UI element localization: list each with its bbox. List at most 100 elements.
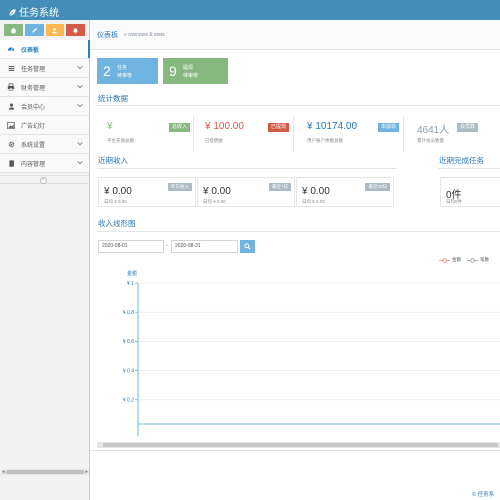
card-caption: 日均 ¥ 0.00	[203, 199, 226, 204]
stat-not-withdrawn: ¥ 10174.00 未提现 用户账户余额总额	[304, 116, 404, 152]
income-line-chart: 金额 ¥ 1 ¥ 0.8 ¥ 0.6 ¥ 0.4 ¥ 0.2	[123, 270, 500, 436]
stat-value: ¥	[107, 121, 113, 132]
stat-caption: 已提佣金	[205, 138, 223, 143]
stat-tag: 已提现	[267, 123, 289, 132]
scrollbar-thumb[interactable]	[6, 470, 84, 474]
double-chevron-left-icon[interactable]: «	[40, 177, 47, 184]
infobox-number: 9	[169, 63, 177, 79]
picture-icon	[6, 121, 16, 129]
stats-title: 统计数据	[98, 94, 128, 103]
legend-marker	[439, 257, 450, 263]
trend-title: 收入线形图	[98, 219, 136, 228]
sidebar-item-label: 内容管理	[21, 161, 46, 168]
sidebar-item-label: 财务管理	[21, 85, 46, 92]
recent-income-title: 近期收入	[98, 156, 128, 165]
chart-y-axis-label: 金额	[127, 270, 137, 277]
income-card-7days: ¥ 0.00 最近7日 日均 ¥ 0.00	[197, 177, 295, 207]
shortcut-bell[interactable]	[66, 24, 85, 36]
sidebar-collapse: «	[0, 175, 89, 184]
scroll-right-icon[interactable]: ▸	[85, 469, 88, 475]
stat-withdrawn: ¥ 100.00 已提现 已提佣金	[202, 116, 294, 152]
home-icon	[10, 27, 17, 33]
horizontal-scrollbar[interactable]	[97, 442, 500, 448]
sidebar: 仪表板 任务管理 财务管理 会员中心 广告幻灯 系统设置 内容管理 « ◂ ▸	[0, 20, 90, 500]
page-title: 仪表板	[97, 31, 118, 39]
sidebar-item-member-center[interactable]: 会员中心	[0, 97, 89, 116]
chart-legend-count[interactable]: 笔数	[467, 257, 489, 263]
card-caption: 日均 ¥ 0.00	[104, 199, 127, 204]
chevron-down-icon	[77, 103, 83, 110]
date-separator: -	[166, 243, 168, 249]
chart-legend-amount[interactable]: 金额	[439, 257, 461, 263]
infobox-withdrawals[interactable]: 9 提现 待审核	[163, 58, 228, 84]
sidebar-item-system-settings[interactable]: 系统设置	[0, 135, 89, 154]
chart-y-tick-label: ¥ 0.8	[123, 310, 134, 316]
stat-caption: 用户账户余额总额	[307, 138, 343, 143]
sidebar-shortcuts	[0, 20, 89, 40]
infobox-tasks[interactable]: 2 任务 待审核	[97, 58, 158, 84]
chevron-down-icon	[77, 160, 83, 167]
gear-icon	[6, 141, 16, 148]
main-content: 仪表板 » overview & stats 2 任务 待审核 9 提现 待审核 统…	[90, 20, 500, 500]
legend-label: 笔数	[480, 257, 489, 262]
shortcut-users[interactable]	[45, 24, 65, 36]
pencil-icon	[32, 27, 37, 33]
divider	[97, 168, 397, 169]
card-value: ¥ 0.00	[203, 186, 231, 197]
page-subtitle: » overview & stats	[124, 31, 165, 38]
users-icon	[52, 27, 58, 33]
card-caption: 日均 ¥ 0.00	[302, 199, 325, 204]
scroll-left-icon[interactable]: ◂	[2, 469, 5, 475]
sidebar-item-label: 任务管理	[21, 66, 46, 73]
leaf-icon	[8, 8, 17, 17]
tasks-card: 0件 日均0件	[440, 177, 500, 207]
stat-total-income: ¥ 总收入 平台充值总额	[104, 116, 194, 152]
divider	[438, 168, 500, 169]
app-title: 任务系统	[19, 8, 59, 19]
sidebar-item-ad-slides[interactable]: 广告幻灯	[0, 116, 89, 135]
stat-tag: 未提现	[377, 123, 399, 132]
search-icon	[244, 243, 251, 250]
stat-caption: 平台充值总额	[107, 138, 134, 143]
sidebar-scrollbar[interactable]: ◂ ▸	[1, 469, 89, 475]
stat-caption: 累计会员数量	[417, 138, 444, 143]
infobox-text: 提现 待审核	[183, 65, 199, 79]
sidebar-item-label: 仪表板	[21, 47, 40, 54]
footer-copyright: © 任务系	[472, 492, 495, 498]
book-icon	[6, 159, 16, 167]
divider	[97, 231, 500, 232]
shortcut-pencil[interactable]	[24, 24, 44, 36]
card-caption: 日均0件	[446, 199, 463, 204]
sidebar-item-label: 会员中心	[21, 104, 46, 111]
list-icon	[6, 65, 16, 72]
sidebar-item-content-management[interactable]: 内容管理	[0, 154, 89, 173]
infobox-text: 任务 待审核	[117, 65, 133, 79]
footer: © 任务系	[90, 450, 500, 500]
date-to-input[interactable]: 2020-08-31	[171, 240, 238, 253]
user-icon	[6, 103, 16, 110]
scrollbar-thumb[interactable]	[103, 443, 498, 447]
card-tag: 最近30日	[365, 183, 390, 191]
sidebar-item-finance[interactable]: 财务管理	[0, 78, 89, 97]
recent-tasks-title: 近期完成任务	[439, 156, 484, 165]
sidebar-item-dashboard[interactable]: 仪表板	[0, 40, 90, 59]
legend-marker	[467, 257, 478, 263]
shortcut-home[interactable]	[4, 24, 23, 36]
chart-y-tick-label: ¥ 1	[127, 281, 134, 287]
print-icon	[6, 83, 16, 91]
bell-icon	[73, 27, 79, 34]
search-button[interactable]	[240, 240, 255, 253]
brand[interactable]: 任务系统	[8, 4, 59, 19]
card-value: ¥ 0.00	[302, 186, 330, 197]
date-from-input[interactable]: 2020-08-01	[98, 240, 164, 253]
infobox-number: 2	[103, 63, 111, 79]
chevron-down-icon	[77, 141, 83, 148]
sidebar-item-label: 广告幻灯	[21, 123, 46, 130]
stat-value: 4641人	[417, 125, 450, 136]
sidebar-item-task-management[interactable]: 任务管理	[0, 59, 89, 78]
page-header: 仪表板 » overview & stats	[90, 20, 500, 50]
chevron-down-icon	[77, 65, 83, 72]
chart-y-tick-label: ¥ 0.4	[123, 368, 134, 374]
top-navbar: 任务系统	[0, 0, 500, 20]
stat-tag: 总收入	[168, 123, 190, 132]
